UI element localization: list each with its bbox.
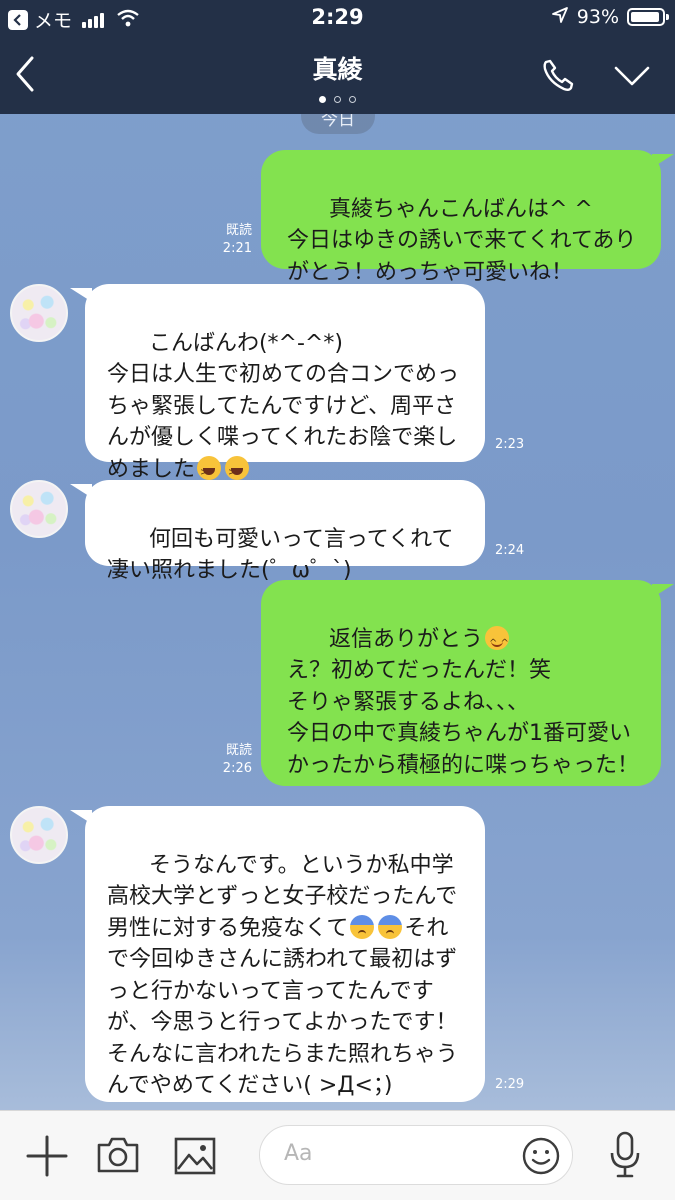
status-right: 93% [551,6,669,28]
bubble-tail [652,584,674,598]
message-time: 2:24 [495,543,525,558]
status-bar: メモ 2:29 93% [0,0,675,36]
image-icon[interactable] [174,1137,216,1179]
message-text-continued: それで今回ゆきさんに誘われて最初はずっと行かないって言ってたんですが、今思うと行… [107,915,458,1099]
message-time: 2:23 [495,437,525,452]
bubble-tail [70,288,92,302]
smiling-emoji-icon [484,625,509,659]
chat-header: 真綾 [0,36,675,114]
chevron-down-icon[interactable] [612,60,652,90]
battery-percent: 93% [576,6,619,28]
bubble-tail [652,154,674,168]
message-text: こんばんわ(*^-^*) 今日は人生で初めての合コンでめっちゃ緊張してたんですけ… [107,330,460,482]
chat-screen: メモ 2:29 93% 真綾 今日 既読 2:21 真綾ちゃんこんばんは^ ^ … [0,0,675,1200]
message-bubble-mine[interactable]: 返信ありがとう え？初めてだったんだ！笑 そりゃ緊張するよね、、、 今日の中で真… [261,580,661,786]
message-text: 真綾ちゃんこんばんは^ ^ 今日はゆきの誘いで来てくれてありがとう！めっちゃ可愛… [287,196,637,285]
message-input[interactable]: Aa [259,1125,573,1185]
page-dot [349,96,356,103]
laughing-emoji-icon [197,455,222,520]
avatar[interactable] [10,480,68,538]
message-text-continued: え？初めてだったんだ！笑 そりゃ緊張するよね、、、 今日の中で真綾ちゃんが1番可… [287,658,640,778]
avatar[interactable] [10,284,68,342]
phone-icon[interactable] [538,56,578,96]
bubble-tail [70,810,92,824]
anxious-sweat-emoji-icon [378,914,403,939]
message-time: 2:26 [222,761,252,776]
date-chip: 今日 [301,114,375,134]
plus-icon[interactable] [26,1135,68,1181]
message-bubble-theirs[interactable]: そうなんです。というか私中学高校大学とずっと女子校だったんで男性に対する免疫なく… [85,806,485,1102]
page-indicator [0,96,675,103]
read-receipt: 既読 [225,223,252,238]
emoji-icon[interactable] [521,1136,561,1176]
message-text: 何回も可愛いって言ってくれて凄い照れました(゜ω゜`) [107,526,454,584]
message-time: 2:29 [495,1077,525,1092]
message-meta: 既読 2:21 [216,222,252,258]
laughing-emoji-icon [225,455,250,520]
input-bar: Aa [0,1110,675,1200]
microphone-icon[interactable] [608,1131,642,1183]
page-dot [334,96,341,103]
message-meta: 既読 2:26 [216,742,252,778]
camera-icon[interactable] [96,1135,140,1179]
page-dot [319,96,326,103]
location-arrow-icon [551,6,569,28]
avatar[interactable] [10,806,68,864]
bubble-tail [70,484,92,498]
anxious-sweat-emoji-icon [350,914,375,939]
message-time: 2:21 [222,241,252,256]
message-list[interactable]: 今日 既読 2:21 真綾ちゃんこんばんは^ ^ 今日はゆきの誘いで来てくれてあ… [0,114,675,1110]
message-bubble-mine[interactable]: 真綾ちゃんこんばんは^ ^ 今日はゆきの誘いで来てくれてありがとう！めっちゃ可愛… [261,150,661,285]
message-input-placeholder: Aa [284,1141,313,1166]
message-bubble-theirs[interactable]: こんばんわ(*^-^*) 今日は人生で初めての合コンでめっちゃ緊張してたんですけ… [85,284,485,520]
read-receipt: 既読 [225,743,252,758]
message-text: 返信ありがとう [328,626,483,652]
battery-icon [627,8,669,26]
message-bubble-theirs[interactable]: 何回も可愛いって言ってくれて凄い照れました(゜ω゜`) [85,480,485,583]
